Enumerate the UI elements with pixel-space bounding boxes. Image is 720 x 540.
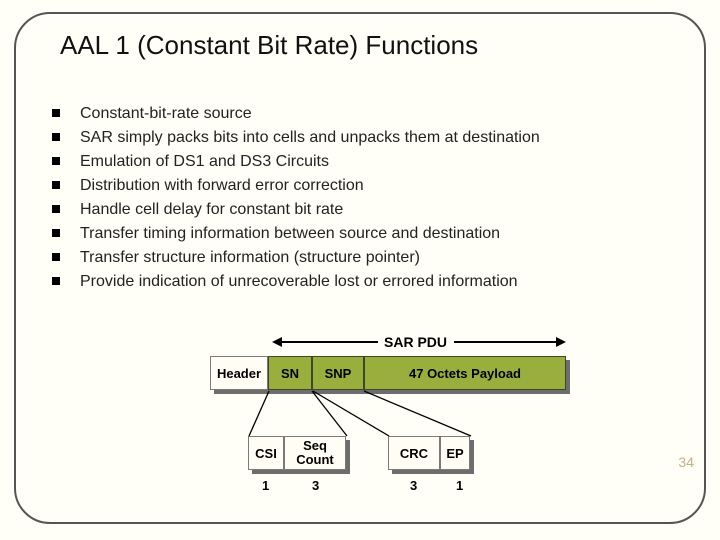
bits-csi: 1 bbox=[262, 478, 269, 493]
slide-title: AAL 1 (Constant Bit Rate) Functions bbox=[60, 30, 478, 61]
sar-pdu-label: SAR PDU bbox=[384, 334, 447, 350]
bullet-item: Emulation of DS1 and DS3 Circuits bbox=[52, 150, 662, 174]
ep-box: EP bbox=[440, 436, 470, 470]
bullet-item: SAR simply packs bits into cells and unp… bbox=[52, 126, 662, 150]
bullet-list: Constant-bit-rate source SAR simply pack… bbox=[52, 102, 662, 294]
bullet-item: Distribution with forward error correcti… bbox=[52, 174, 662, 198]
arrow-left-icon bbox=[272, 337, 282, 347]
arrow-line-right bbox=[454, 341, 556, 343]
bits-ep: 1 bbox=[456, 478, 463, 493]
bits-crc: 3 bbox=[410, 478, 417, 493]
csi-box: CSI bbox=[248, 436, 284, 470]
bits-seq: 3 bbox=[312, 478, 319, 493]
connector-lines bbox=[0, 320, 720, 520]
seq-box: Seq Count bbox=[284, 436, 346, 470]
bullet-item: Constant-bit-rate source bbox=[52, 102, 662, 126]
arrow-right-icon bbox=[556, 337, 566, 347]
pdu-diagram: SAR PDU Header SN SNP 47 Octets Payload … bbox=[0, 320, 720, 520]
crc-box: CRC bbox=[388, 436, 440, 470]
header-box: Header bbox=[210, 356, 268, 390]
arrow-line-left bbox=[282, 341, 378, 343]
bullet-item: Transfer structure information (structur… bbox=[52, 246, 662, 270]
sn-box: SN bbox=[268, 356, 312, 390]
bullet-item: Provide indication of unrecoverable lost… bbox=[52, 270, 662, 294]
bullet-item: Transfer timing information between sour… bbox=[52, 222, 662, 246]
bullet-item: Handle cell delay for constant bit rate bbox=[52, 198, 662, 222]
payload-box: 47 Octets Payload bbox=[364, 356, 566, 390]
snp-box: SNP bbox=[312, 356, 364, 390]
